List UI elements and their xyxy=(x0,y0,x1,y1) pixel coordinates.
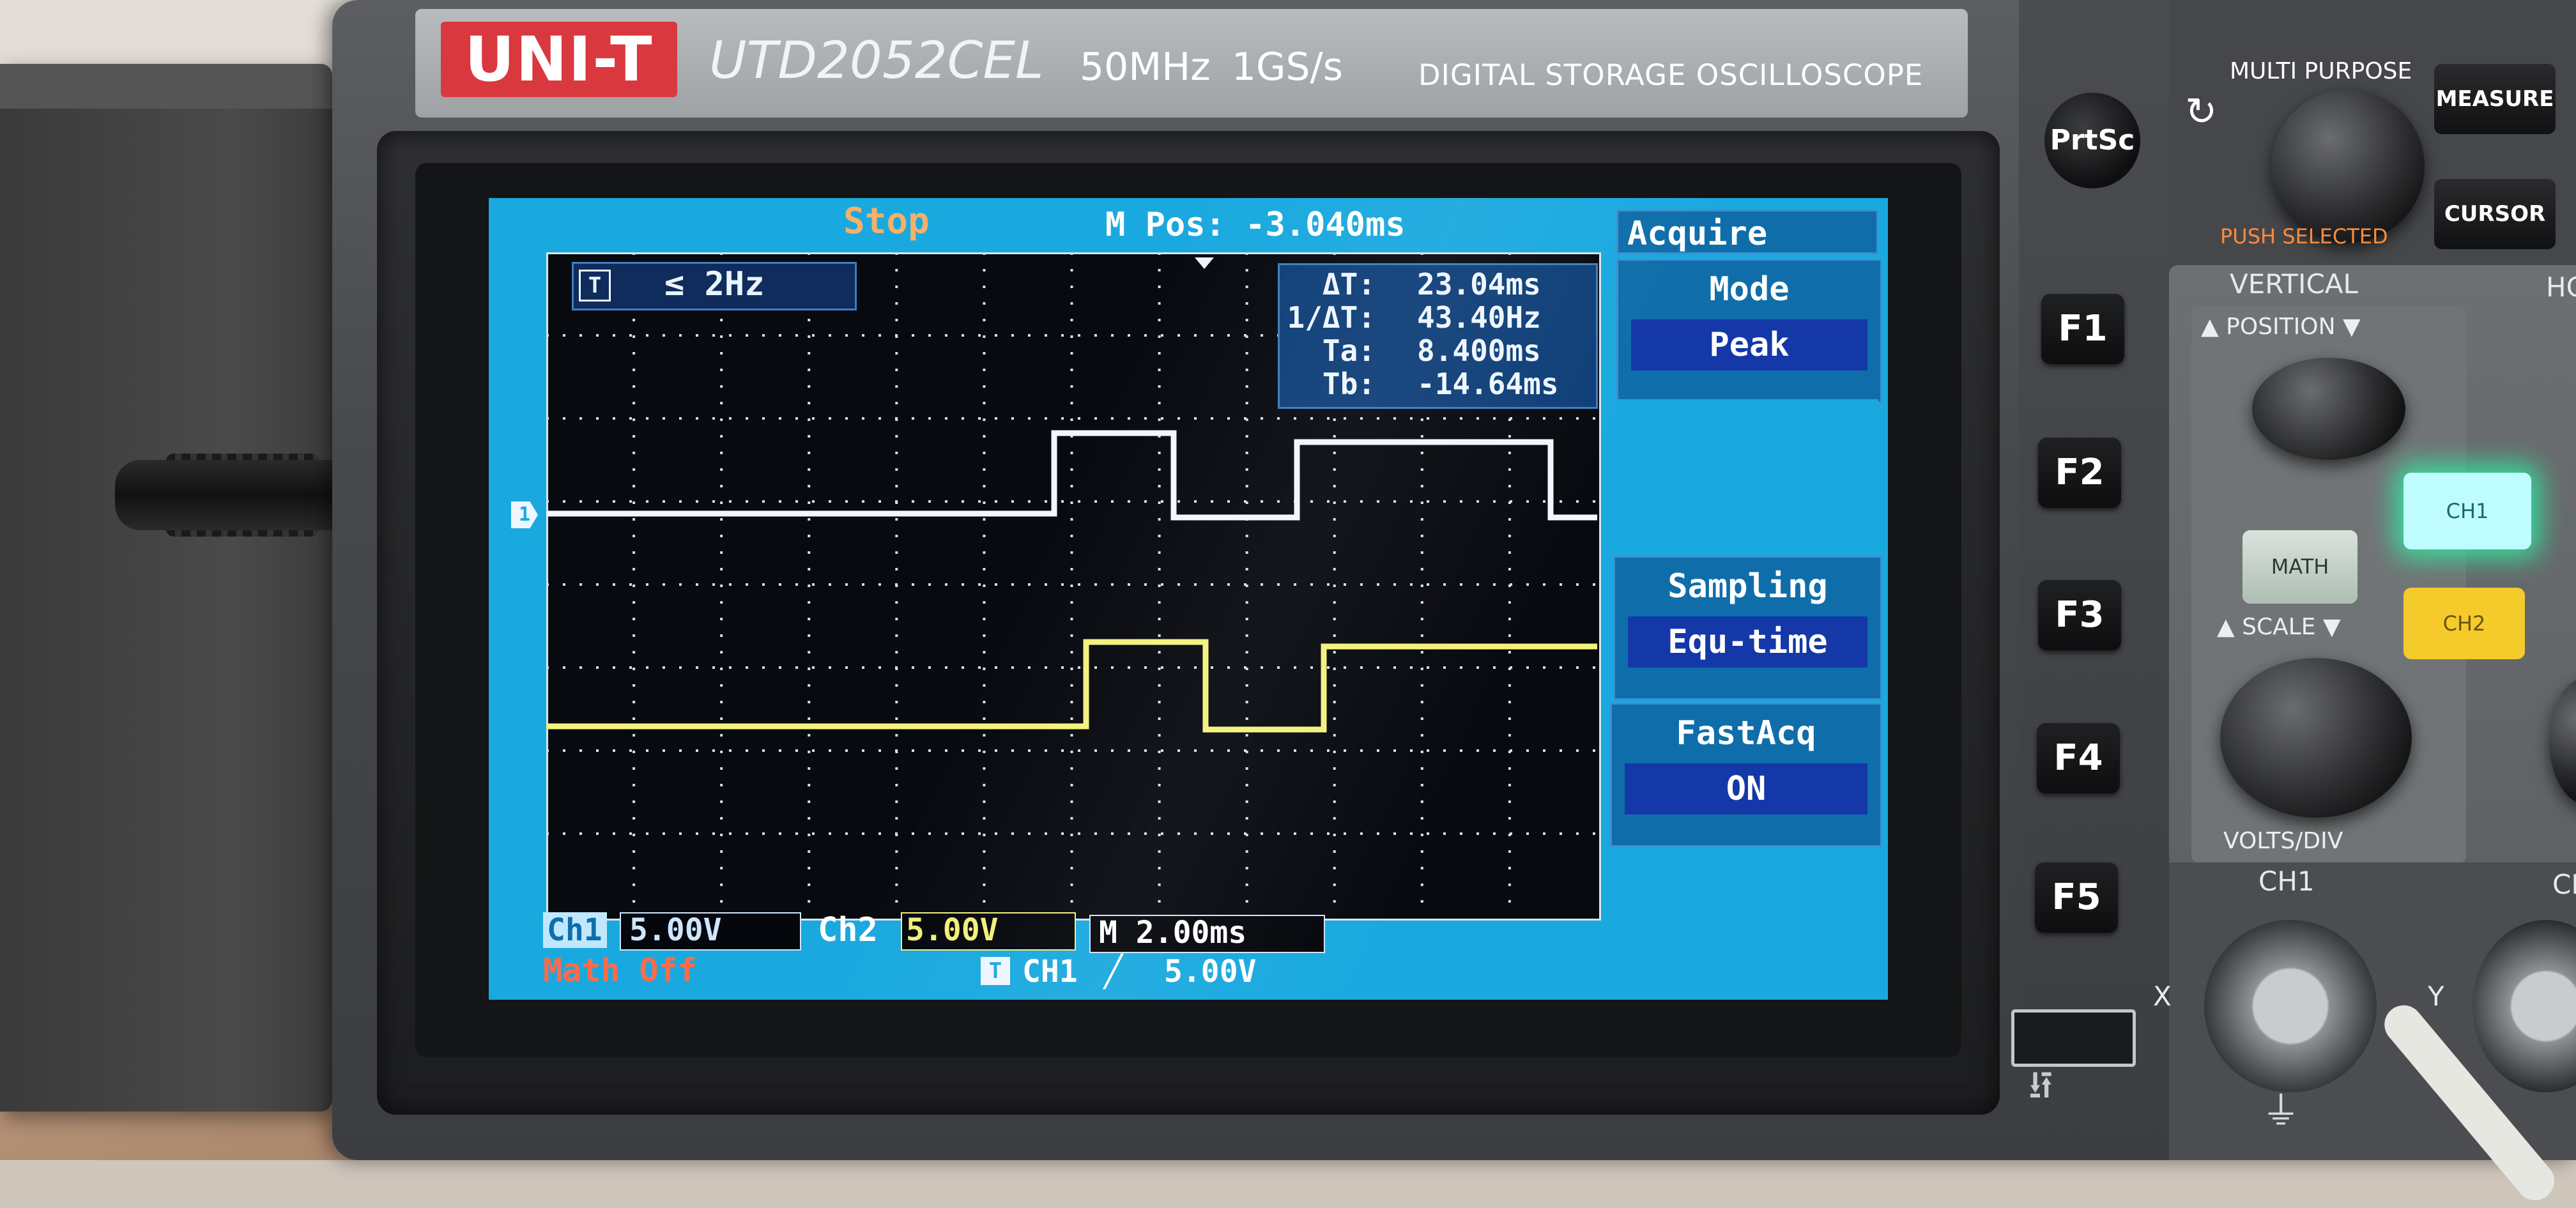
menu-item-title: Sampling xyxy=(1667,567,1828,606)
menu-item-value: Peak xyxy=(1631,319,1867,371)
horizontal-position-readout: M Pos: -3.040ms xyxy=(1105,206,1406,244)
cursor-row-tb: Tb: -14.64ms xyxy=(1280,367,1593,401)
menu-item-title: Mode xyxy=(1709,270,1790,309)
cursor-row-frequency: 1/ΔT: 43.40Hz xyxy=(1280,301,1593,334)
ch1-connector-label: CH1 xyxy=(2258,866,2315,897)
math-button[interactable]: MATH xyxy=(2242,530,2358,604)
cursor-label: Ta: xyxy=(1322,333,1376,368)
f1-button[interactable]: F1 xyxy=(2041,294,2124,364)
trigger-position-marker xyxy=(1195,257,1214,269)
ch2-scale: 5.00V xyxy=(906,912,999,948)
cursor-value: 23.04ms xyxy=(1417,267,1541,302)
ch1-button[interactable]: CH1 xyxy=(2404,473,2531,549)
trigger-t-icon: T xyxy=(981,957,1010,985)
volts-div-knob[interactable] xyxy=(2220,658,2412,818)
cursor-button[interactable]: CURSOR xyxy=(2434,179,2556,249)
adjacent-device-top xyxy=(0,64,332,109)
multi-purpose-label: MULTI PURPOSE xyxy=(2230,58,2412,84)
math-status: Math Off xyxy=(543,952,697,989)
menu-item-fastacq[interactable]: FastAcq ON xyxy=(1610,703,1882,847)
menu-empty-slot xyxy=(1616,399,1878,553)
trigger-source: CH1 xyxy=(1022,954,1078,990)
refresh-icon: ↻ xyxy=(2185,89,2218,134)
f5-button[interactable]: F5 xyxy=(2035,862,2118,933)
rising-edge-icon: ╱ xyxy=(1104,954,1123,990)
f2-button[interactable]: F2 xyxy=(2038,438,2121,508)
menu-item-value: ON xyxy=(1625,763,1867,814)
cursor-label: Tb: xyxy=(1322,367,1376,401)
multi-purpose-knob[interactable] xyxy=(2271,89,2425,243)
menu-header: Acquire xyxy=(1616,210,1878,254)
model-name: UTD2052CEL xyxy=(709,31,1044,90)
cursor-row-ta: Ta: 8.400ms xyxy=(1280,334,1593,367)
ch1-waveform xyxy=(546,430,1597,521)
usb-icon: ⭿ xyxy=(2028,1064,2053,1108)
f4-button[interactable]: F4 xyxy=(2037,723,2120,793)
f3-button[interactable]: F3 xyxy=(2038,580,2121,650)
acquisition-status: Stop xyxy=(843,201,930,242)
cursor-value: 8.400ms xyxy=(1417,333,1541,368)
ch1-scale: 5.00V xyxy=(629,912,722,948)
device-description: DIGITAL STORAGE OSCILLOSCOPE xyxy=(1418,58,1924,92)
menu-item-value: Equ-time xyxy=(1628,616,1867,668)
spec-text: 50MHz 1GS/s xyxy=(1080,45,1344,89)
ch1-bnc-connector[interactable] xyxy=(2204,920,2377,1092)
cursor-value: 43.40Hz xyxy=(1417,300,1541,335)
ch1-label: Ch1 xyxy=(547,912,602,948)
measure-button[interactable]: MEASURE xyxy=(2434,64,2556,134)
y-input-label: Y xyxy=(2428,981,2444,1012)
cursor-readout-panel: ΔT: 23.04ms 1/ΔT: 43.40Hz Ta: 8.400ms Tb… xyxy=(1278,263,1598,409)
scale-label: ▲ SCALE ▼ xyxy=(2217,614,2341,640)
menu-item-title: FastAcq xyxy=(1676,714,1816,753)
ch2-button[interactable]: CH2 xyxy=(2404,588,2525,659)
cursor-label: 1/ΔT: xyxy=(1287,300,1376,335)
ground-icon: ⏚ xyxy=(2262,1089,2300,1134)
power-cable xyxy=(115,460,332,530)
volts-div-label: VOLTS/DIV xyxy=(2223,828,2343,854)
vertical-position-knob[interactable] xyxy=(2252,358,2405,460)
brand-logo: UNI-T xyxy=(464,24,654,95)
horizontal-label: HC xyxy=(2546,271,2576,303)
menu-item-mode[interactable]: Mode Peak xyxy=(1616,259,1882,403)
menu-item-sampling[interactable]: Sampling Equ-time xyxy=(1613,556,1882,700)
trigger-frequency: ≤ 2Hz xyxy=(664,265,765,303)
trigger-t-icon: T xyxy=(579,270,611,302)
position-label: ▲ POSITION ▼ xyxy=(2201,314,2361,340)
push-selected-label: PUSH SELECTED xyxy=(2220,224,2388,248)
cursor-row-delta-t: ΔT: 23.04ms xyxy=(1280,268,1593,301)
ch2-label: Ch2 xyxy=(818,911,878,949)
cursor-value: -14.64ms xyxy=(1417,367,1559,401)
prtsc-button[interactable]: PrtSc xyxy=(2044,93,2140,188)
adjacent-device-box xyxy=(0,64,332,1112)
usb-port[interactable] xyxy=(2011,1009,2136,1067)
trigger-level: 5.00V xyxy=(1164,954,1257,990)
vertical-label: VERTICAL xyxy=(2230,268,2358,300)
ch2-connector-label: CH xyxy=(2552,869,2576,900)
x-input-label: X xyxy=(2153,981,2172,1012)
cursor-label: ΔT: xyxy=(1322,267,1376,302)
timebase-scale: M 2.00ms xyxy=(1099,915,1247,951)
